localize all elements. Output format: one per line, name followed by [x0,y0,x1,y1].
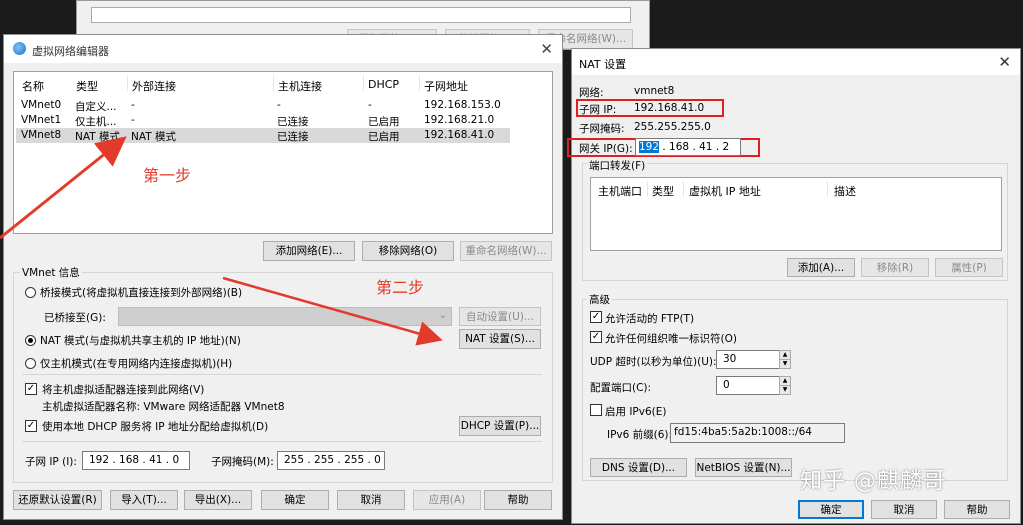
ipv6-prefix-label: IPv6 前缀(6): [607,429,673,441]
enable-ipv6-checkbox[interactable] [590,404,602,416]
subnet-mask-label: 子网掩码: [579,123,625,135]
port-forwarding-group: 端口转发(F) 主机端口 类型 虚拟机 IP 地址 描述 添加(A)... 移除… [582,158,1008,281]
dialog-title: NAT 设置 [579,58,627,71]
allow-ftp-checkbox[interactable]: ✓ [590,311,602,323]
allow-uid-checkbox[interactable]: ✓ [590,331,602,343]
dns-settings-button[interactable]: DNS 设置(D)... [590,458,687,477]
cancel-button[interactable]: 取消 [871,500,937,519]
port-forwarding-list[interactable]: 主机端口 类型 虚拟机 IP 地址 描述 [590,177,1002,251]
title-bar: NAT 设置 ✕ [572,49,1020,75]
netbios-settings-button[interactable]: NetBIOS 设置(N)... [695,458,792,477]
gateway-ip-label: 网关 IP(G): [579,143,633,155]
spin-down-icon[interactable]: ▼ [779,359,791,369]
step2-arrow [222,276,443,346]
gateway-ip-rest: . 168 . 41 . 2 [659,141,730,153]
step1-arrow [0,136,127,240]
column-header-host-port[interactable]: 主机端口 [598,183,642,199]
ipv6-prefix-input[interactable]: fd15:4ba5:5a2b:1008::/64 [670,423,845,443]
port-forwarding-label: 端口转发(F) [587,158,648,173]
column-header-type[interactable]: 类型 [652,183,674,199]
pf-remove-button[interactable]: 移除(R) [861,258,929,277]
pf-add-button[interactable]: 添加(A)... [787,258,855,277]
watermark-text: 知乎 @麒麟哥 [800,469,946,494]
ok-button[interactable]: 确定 [798,500,864,519]
network-value: vmnet8 [634,85,675,97]
udp-timeout-input[interactable]: 30 [716,350,780,369]
allow-ftp-label[interactable]: 允许活动的 FTP(T) [605,311,694,326]
column-header-vm-ip[interactable]: 虚拟机 IP 地址 [689,183,761,199]
advanced-label: 高级 [587,292,612,307]
spin-down-icon[interactable]: ▼ [779,385,791,395]
column-divider [827,181,828,197]
pf-properties-button[interactable]: 属性(P) [935,258,1003,277]
advanced-group: 高级 ✓ 允许活动的 FTP(T) ✓ 允许任何组织唯一标识符(O) UDP 超… [582,292,1008,481]
column-divider [647,181,648,197]
allow-uid-label[interactable]: 允许任何组织唯一标识符(O) [605,331,737,346]
network-label: 网络: [579,87,604,99]
config-port-input[interactable]: 0 [716,376,780,395]
gateway-ip-selected-octet: 192 [639,141,660,153]
enable-ipv6-label[interactable]: 启用 IPv6(E) [605,404,667,419]
close-icon[interactable]: ✕ [998,53,1011,71]
subnet-ip-value: 192.168.41.0 [634,102,705,114]
subnet-ip-label: 子网 IP: [579,104,617,116]
column-divider [683,181,684,197]
column-header-description[interactable]: 描述 [834,183,856,199]
help-button[interactable]: 帮助 [944,500,1010,519]
config-port-label: 配置端口(C): [590,382,652,394]
subnet-mask-value: 255.255.255.0 [634,121,711,133]
gateway-ip-input[interactable]: 192 . 168 . 41 . 2 [635,138,741,156]
udp-timeout-label: UDP 超时(以秒为单位)(U): [590,356,717,368]
nat-settings-dialog: NAT 设置 ✕ 网络: vmnet8 子网 IP: 192.168.41.0 … [567,48,1021,524]
